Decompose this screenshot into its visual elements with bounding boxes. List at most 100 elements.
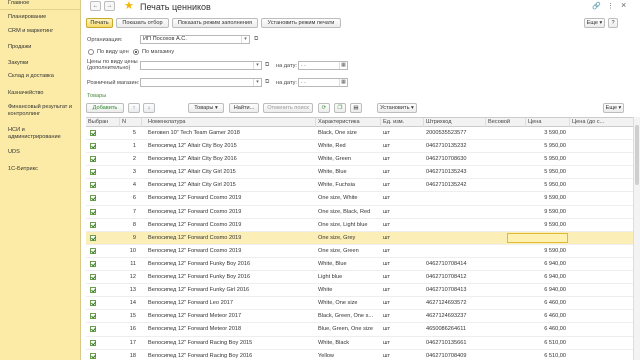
row-checkbox[interactable]: [90, 195, 96, 202]
open-link-icon[interactable]: ⧉: [265, 79, 269, 86]
col-header-weight[interactable]: Весовой: [486, 118, 526, 127]
table-row[interactable]: 12 Велосипед 12" Forward Funky Boy 2016 Li…: [86, 271, 636, 285]
table-row[interactable]: 11 Велосипед 12" Forward Funky Boy 2016 Wh…: [86, 258, 636, 272]
row-checkbox[interactable]: [90, 326, 96, 333]
find-button[interactable]: Найти...: [229, 103, 259, 113]
table-row[interactable]: 8 Велосипед 12" Forward Cosmo 2019 One siz…: [86, 219, 636, 232]
calendar-icon[interactable]: ▦: [339, 62, 347, 69]
link-icon[interactable]: 🔗: [592, 2, 601, 10]
col-header-price[interactable]: Цена: [526, 118, 570, 127]
table-row[interactable]: 15 Велосипед 12" Forward Meteor 2017 Black…: [86, 310, 636, 324]
table-row[interactable]: 10 Велосипед 12" Forward Cosmo 2019 One si…: [86, 245, 636, 258]
print-button[interactable]: Печать: [86, 18, 113, 28]
row-checkbox[interactable]: [90, 313, 96, 320]
row-checkbox[interactable]: [90, 260, 96, 267]
row-number: 7: [132, 208, 136, 215]
sidebar-item-main[interactable]: Главное: [0, 0, 29, 7]
radio-store[interactable]: [133, 49, 139, 55]
row-checkbox[interactable]: [90, 221, 96, 228]
table-row[interactable]: 13 Велосипед 12" Forward Funky Girl 2016 W…: [86, 284, 636, 298]
more-vertical-icon[interactable]: ⋮: [607, 2, 614, 10]
table-row[interactable]: 17 Велосипед 12" Forward Racing Boy 2015 W…: [86, 337, 636, 350]
row-checkbox[interactable]: [90, 247, 96, 254]
row-checkbox[interactable]: [90, 156, 96, 163]
sidebar-item-warehouse[interactable]: Склад и доставка: [0, 73, 54, 80]
table-row[interactable]: 6 Велосипед 12" Forward Cosmo 2019 One siz…: [86, 192, 636, 206]
goods-more-button[interactable]: Еще ▾: [603, 103, 624, 113]
set-print-mode-button[interactable]: Установить режим печати: [261, 18, 341, 28]
table-row[interactable]: 16 Велосипед 12" Forward Meteor 2018 Blue,…: [86, 323, 636, 337]
table-row[interactable]: 5 Беговел 10" Tech Team Gamer 2018 Black, …: [86, 127, 636, 141]
table-icon[interactable]: ▤: [350, 103, 362, 113]
row-checkbox[interactable]: [90, 339, 96, 346]
table-row[interactable]: 4 Велосипед 12" Altair City Girl 2015 Whit…: [86, 179, 636, 193]
more-menu-button[interactable]: Еще ▾: [584, 18, 605, 28]
sidebar-item-nsi[interactable]: НСИ и администрирование: [0, 127, 72, 141]
dropdown-icon[interactable]: ▾: [253, 79, 261, 86]
sidebar-item-purchases[interactable]: Закупки: [0, 60, 28, 67]
dropdown-icon[interactable]: ▾: [241, 36, 249, 43]
row-checkbox[interactable]: [90, 274, 96, 281]
row-checkbox[interactable]: [90, 143, 96, 150]
table-row[interactable]: 18 Велосипед 12" Forward Racing Boy 2016 Y…: [86, 350, 636, 360]
col-header-unit[interactable]: Ед. изм.: [381, 118, 424, 127]
row-checkbox[interactable]: [90, 352, 96, 359]
table-row[interactable]: 2 Велосипед 12" Altair City Boy 2016 White…: [86, 153, 636, 167]
table-row[interactable]: 14 Велосипед 12" Forward Leo 2017 White, O…: [86, 297, 636, 311]
goods-group-label[interactable]: Товары: [87, 93, 106, 99]
radio-price-type[interactable]: [88, 49, 94, 55]
sidebar-item-treasury[interactable]: Казначейство: [0, 90, 43, 97]
row-checkbox[interactable]: [90, 208, 96, 215]
table-row[interactable]: 3 Велосипед 12" Altair City Girl 2015 Whit…: [86, 166, 636, 180]
sidebar-item-bitrix[interactable]: 1С-Битрикс: [0, 166, 38, 173]
close-icon[interactable]: ×: [621, 0, 626, 10]
row-unit: шт: [383, 195, 391, 202]
table-row[interactable]: 1 Велосипед 12" Altair City Boy 2015 White…: [86, 140, 636, 154]
sidebar-item-planning[interactable]: Планирование: [0, 14, 46, 21]
row-checkbox[interactable]: [90, 300, 96, 307]
weight-edit-cell[interactable]: [507, 232, 568, 243]
price-date-field[interactable]: . . ▦: [298, 61, 348, 70]
dropdown-icon[interactable]: ▾: [253, 62, 261, 69]
refresh-icon[interactable]: ⟳: [318, 103, 330, 113]
goods-menu-button[interactable]: Товары ▾: [188, 103, 224, 113]
show-fill-mode-button[interactable]: Показать режим заполнения: [172, 18, 258, 28]
table-row[interactable]: 9 Велосипед 12" Forward Cosmo 2019 One siz…: [86, 231, 636, 245]
row-checkbox[interactable]: [90, 130, 96, 136]
retail-store-field[interactable]: ▾: [140, 78, 262, 87]
show-filter-button[interactable]: Показать отбор: [116, 18, 169, 28]
copy-icon[interactable]: ❐: [334, 103, 346, 113]
sidebar-item-uds[interactable]: UDS: [0, 149, 20, 156]
scrollbar[interactable]: [633, 117, 640, 360]
scroll-thumb[interactable]: [635, 125, 639, 185]
move-up-button[interactable]: ↑: [128, 103, 140, 113]
row-checkbox[interactable]: [90, 169, 96, 176]
back-button[interactable]: ←: [90, 1, 101, 11]
row-checkbox[interactable]: [90, 287, 96, 294]
calendar-icon[interactable]: ▦: [339, 79, 347, 86]
organization-field[interactable]: ИП Посохов А.С. ▾: [140, 35, 250, 44]
table-row[interactable]: 7 Велосипед 12" Forward Cosmo 2019 One siz…: [86, 206, 636, 219]
move-down-button[interactable]: ↓: [143, 103, 155, 113]
price-type-field[interactable]: ▾: [140, 61, 262, 70]
col-header-characteristic[interactable]: Характеристика: [316, 118, 381, 127]
row-checkbox[interactable]: [90, 234, 96, 241]
forward-button[interactable]: →: [104, 1, 115, 11]
col-header-price-before[interactable]: Цена (до с...: [570, 118, 634, 127]
set-button[interactable]: Установить ▾: [377, 103, 417, 113]
open-link-icon[interactable]: ⧉: [254, 36, 258, 43]
store-date-field[interactable]: . . ▦: [298, 78, 348, 87]
sidebar-item-sales[interactable]: Продажи: [0, 44, 31, 51]
col-header-name[interactable]: Номенклатура: [146, 118, 316, 127]
col-header-barcode[interactable]: Штрихкод: [424, 118, 486, 127]
sidebar-item-crm[interactable]: CRM и маркетинг: [0, 28, 53, 35]
col-header-n[interactable]: N: [120, 118, 142, 127]
open-link-icon[interactable]: ⧉: [265, 62, 269, 69]
row-checkbox[interactable]: [90, 182, 96, 189]
help-button[interactable]: ?: [608, 18, 618, 28]
cancel-search-button[interactable]: Отменить поиск: [263, 103, 313, 113]
col-header-selected[interactable]: Выбран: [86, 118, 120, 127]
sidebar-item-finance[interactable]: Финансовый результат и контроллинг: [0, 104, 76, 118]
add-button[interactable]: Добавить: [86, 103, 124, 113]
favorite-star-icon[interactable]: ★: [124, 0, 134, 12]
